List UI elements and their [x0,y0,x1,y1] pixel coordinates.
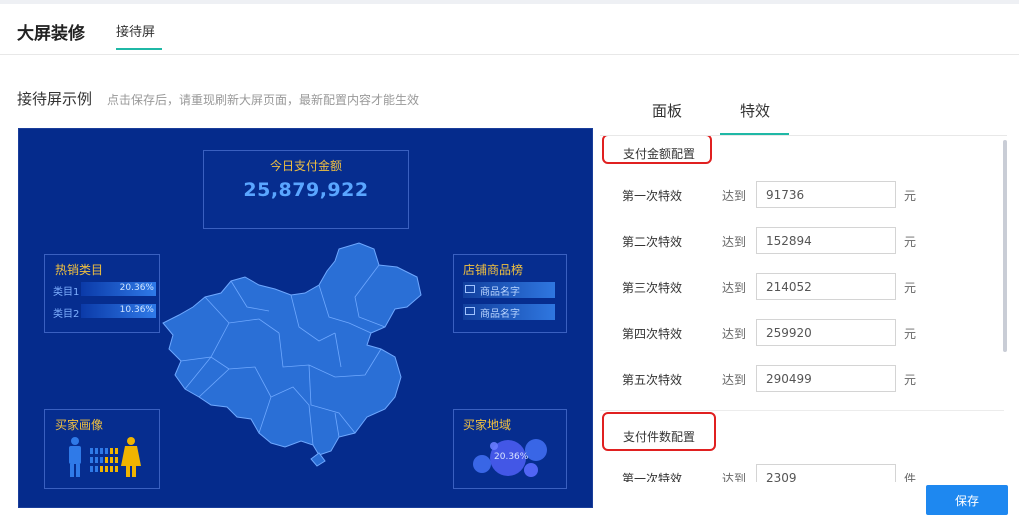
china-map [159,237,439,467]
section-hint: 点击保存后，请重现刷新大屏页面，最新配置内容才能生效 [107,93,420,107]
unit-label: 元 [904,281,917,295]
product-name: 商品名字 [480,287,520,298]
effect-name: 第四次特效 [622,327,683,341]
config-tab-indicator [720,133,789,135]
tab-panel[interactable]: 面板 [652,100,682,121]
effects-panel: 支付金额配置 第一次特效 达到 元 第二次特效 达到 元 第三次特效 达到 元 … [600,136,1007,482]
unit-label: 元 [904,235,917,249]
kpi-title: 今日支付金额 [269,159,342,173]
hot-categories-card: 热销类目 类目1 20.36% 类目2 10.36% [44,254,160,333]
group-divider [600,410,1004,411]
buyer-profile-title: 买家画像 [55,418,104,432]
save-button[interactable]: 保存 [926,485,1008,515]
people-icon [69,437,141,477]
shop-rank-title: 店铺商品榜 [463,263,524,277]
shop-rank-card: 店铺商品榜 商品名字 商品名字 [453,254,567,333]
unit-label: 元 [904,373,917,387]
section-title: 接待屏示例 [17,90,93,108]
category-label: 类目2 [53,309,80,320]
reach-label: 达到 [722,472,747,482]
tab-active-indicator [116,48,162,50]
effect-name: 第二次特效 [622,235,683,249]
kpi-value: 25,879,922 [243,179,369,201]
reach-label: 达到 [722,327,747,341]
effect-name: 第五次特效 [622,373,683,387]
unit-label: 件 [904,472,917,482]
region-pct: 20.36% [494,452,529,462]
count-group-title: 支付件数配置 [623,430,696,444]
reach-label: 达到 [722,189,747,203]
amount-threshold-input[interactable] [756,365,896,392]
category-label: 类目1 [53,287,80,298]
unit-label: 元 [904,327,917,341]
amount-threshold-input[interactable] [756,181,896,208]
tab-reception-screen[interactable]: 接待屏 [116,21,155,40]
page-title: 大屏装修 [17,24,85,44]
buyer-region-card: 买家地域 20.36% [453,409,567,489]
effect-name: 第一次特效 [622,472,683,482]
amount-threshold-input[interactable] [756,319,896,346]
buyer-region-title: 买家地域 [463,418,512,432]
buyer-profile-card: 买家画像 [44,409,160,489]
product-name: 商品名字 [480,309,520,320]
screen-preview: 今日支付金额 25,879,922 热销类目 类目1 20.36% 类目2 10… [18,128,593,508]
kpi-card: 今日支付金额 25,879,922 [203,150,409,229]
reach-label: 达到 [722,281,747,295]
amount-threshold-input[interactable] [756,273,896,300]
scrollbar-thumb[interactable] [1003,140,1007,352]
effect-name: 第一次特效 [622,189,683,203]
config-tabs: 面板 特效 [600,88,1007,136]
image-icon [465,285,475,293]
reach-label: 达到 [722,235,747,249]
unit-label: 元 [904,189,917,203]
shop-rank-row: 商品名字 [463,282,555,298]
effect-name: 第三次特效 [622,281,683,295]
reach-label: 达到 [722,373,747,387]
shop-rank-row: 商品名字 [463,304,555,320]
amount-group-title: 支付金额配置 [623,147,696,161]
hot-categories-title: 热销类目 [55,263,104,277]
category-pct: 20.36% [119,283,154,293]
hot-category-row: 类目1 20.36% [53,282,157,298]
image-icon [465,307,475,315]
amount-threshold-input[interactable] [756,227,896,254]
count-threshold-input[interactable] [756,464,896,482]
hot-category-row: 类目2 10.36% [53,304,157,320]
tab-effects[interactable]: 特效 [740,100,770,121]
category-pct: 10.36% [119,305,154,315]
